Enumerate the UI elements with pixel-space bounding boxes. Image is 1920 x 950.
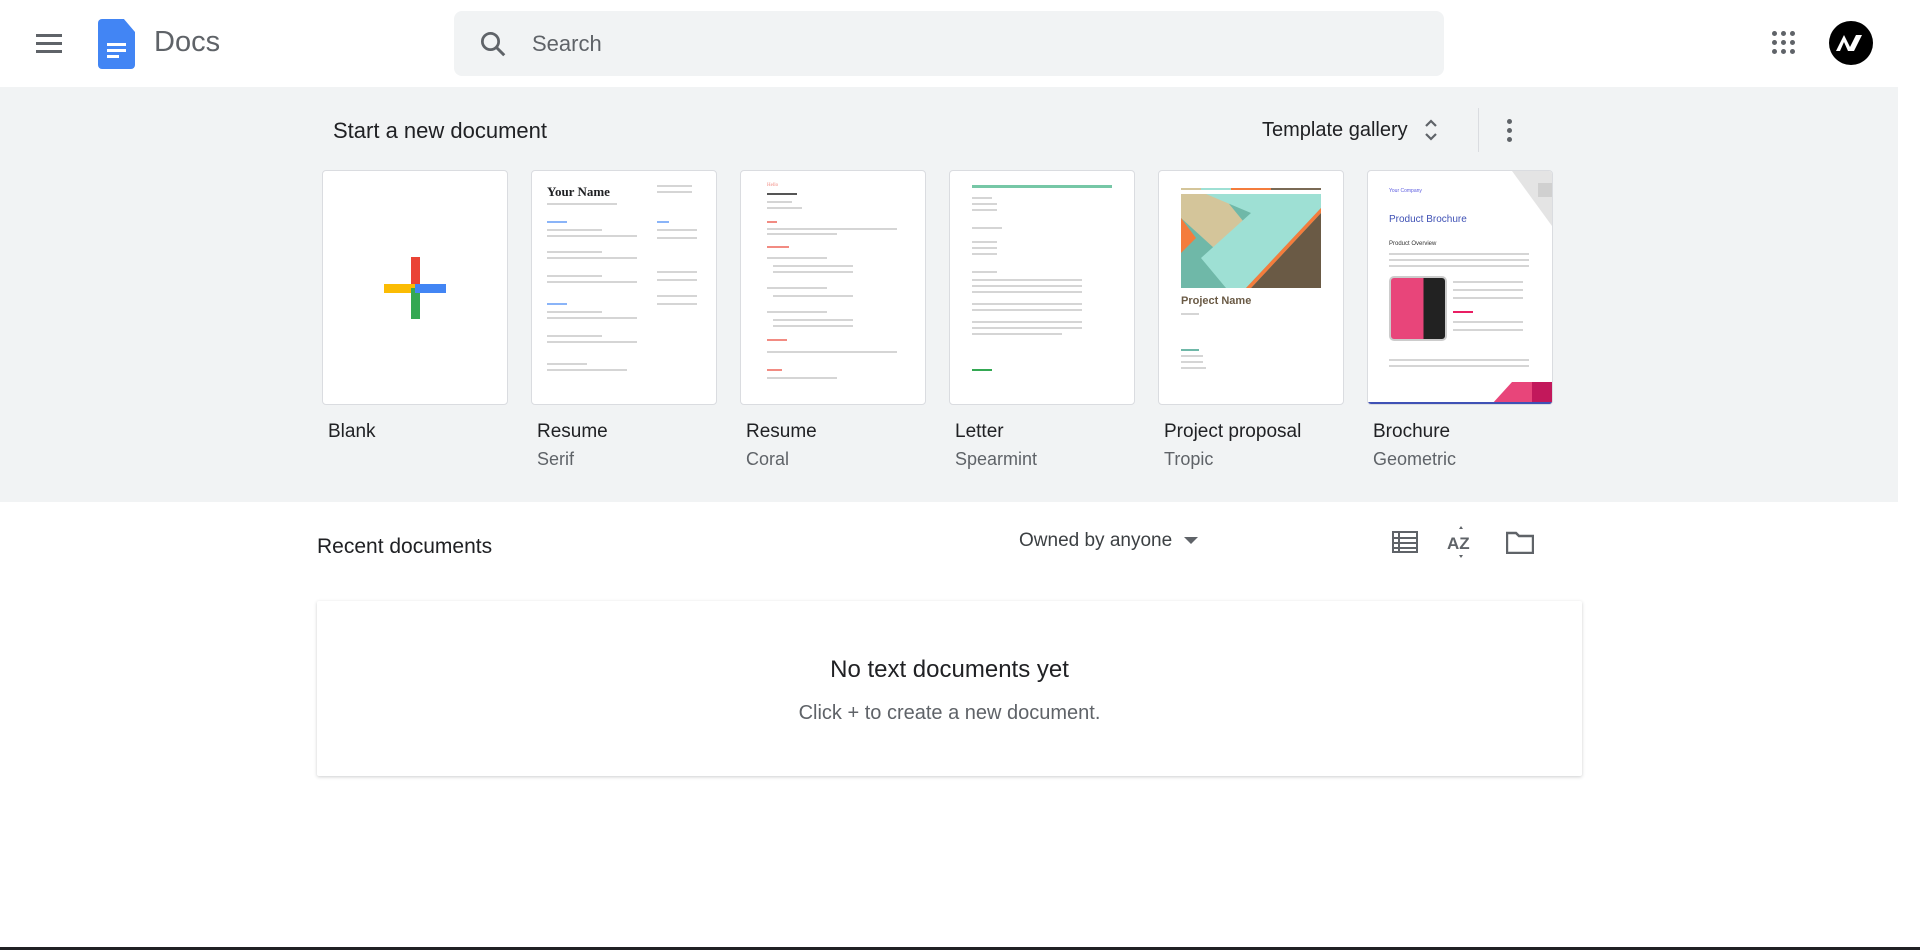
plus-icon: [384, 257, 446, 319]
owner-filter-label: Owned by anyone: [1019, 530, 1173, 551]
template-project-proposal-tropic[interactable]: Project Name Project proposal Tropic: [1158, 170, 1344, 470]
list-view-icon: [1392, 531, 1418, 553]
phone-image: [1389, 276, 1447, 341]
app-name[interactable]: Docs: [154, 26, 220, 59]
template-resume-coral[interactable]: Hello Resume Coral: [740, 170, 926, 470]
template-style: Tropic: [1164, 449, 1214, 469]
template-name: Brochure: [1373, 421, 1451, 442]
template-gallery-label: Template gallery: [1262, 118, 1408, 141]
preview-title: Your Name: [547, 184, 610, 199]
sort-button[interactable]: AZ: [1443, 525, 1479, 559]
template-name: Blank: [328, 421, 376, 442]
empty-state-title: No text documents yet: [830, 656, 1069, 683]
template-letter-spearmint[interactable]: Letter Spearmint: [949, 170, 1135, 470]
unfold-icon: [1424, 119, 1437, 141]
template-style: Coral: [746, 449, 790, 469]
tropic-cover-image: [1181, 188, 1321, 288]
avatar-logo-icon: [1836, 35, 1862, 51]
geometric-footer-image: [1492, 382, 1552, 404]
template-style: Spearmint: [955, 449, 1038, 469]
divider: [1478, 108, 1479, 152]
svg-text:AZ: AZ: [1447, 534, 1470, 553]
template-name: Letter: [955, 421, 1004, 442]
template-thumbnail[interactable]: [949, 170, 1135, 405]
preview-title: Project Name: [1181, 295, 1252, 307]
sort-az-icon: AZ: [1447, 526, 1470, 558]
preview-title: Product Brochure: [1389, 214, 1467, 225]
apps-grid-icon[interactable]: [1772, 31, 1795, 54]
template-blank[interactable]: Blank: [322, 170, 508, 445]
owner-filter-dropdown[interactable]: Owned by anyone: [1019, 530, 1199, 552]
list-view-button[interactable]: [1387, 525, 1423, 559]
open-folder-button[interactable]: [1502, 525, 1538, 559]
recent-documents-title: Recent documents: [317, 535, 493, 558]
folder-icon: [1506, 531, 1534, 554]
main-menu-button[interactable]: [34, 28, 64, 58]
template-style: Geometric: [1373, 449, 1457, 469]
search-icon[interactable]: [478, 29, 508, 59]
preview-title: Hello: [767, 183, 779, 188]
section-title: Start a new document: [333, 118, 548, 143]
template-resume-serif[interactable]: Your Name Resume Serif: [531, 170, 717, 470]
empty-state-hint: Click + to create a new document.: [798, 702, 1101, 724]
template-thumbnail[interactable]: Your Name: [531, 170, 717, 405]
top-bar: Docs: [0, 0, 1920, 87]
more-options-icon[interactable]: [1500, 114, 1518, 146]
geometric-corner-image: [1512, 171, 1552, 226]
template-name: Resume: [537, 421, 608, 442]
template-thumbnail[interactable]: Project Name: [1158, 170, 1344, 405]
template-style: Serif: [537, 449, 575, 469]
template-thumbnail[interactable]: Hello: [740, 170, 926, 405]
template-name: Resume: [746, 421, 817, 442]
template-thumbnail[interactable]: Your Company Product Brochure Product Ov…: [1367, 170, 1553, 405]
preview-heading: Product Overview: [1389, 241, 1437, 247]
account-avatar[interactable]: [1829, 21, 1873, 65]
preview-company: Your Company: [1389, 188, 1422, 194]
template-gallery-button[interactable]: Template gallery: [1262, 117, 1438, 143]
template-thumbnail[interactable]: [322, 170, 508, 405]
search-bar[interactable]: [454, 11, 1444, 76]
docs-logo-icon[interactable]: [98, 19, 135, 69]
template-brochure-geometric[interactable]: Your Company Product Brochure Product Ov…: [1367, 170, 1553, 470]
search-input[interactable]: [532, 11, 1412, 76]
dropdown-arrow-icon: [1184, 537, 1199, 544]
empty-state-card: No text documents yet Click + to create …: [317, 601, 1582, 776]
template-name: Project proposal: [1164, 421, 1302, 442]
